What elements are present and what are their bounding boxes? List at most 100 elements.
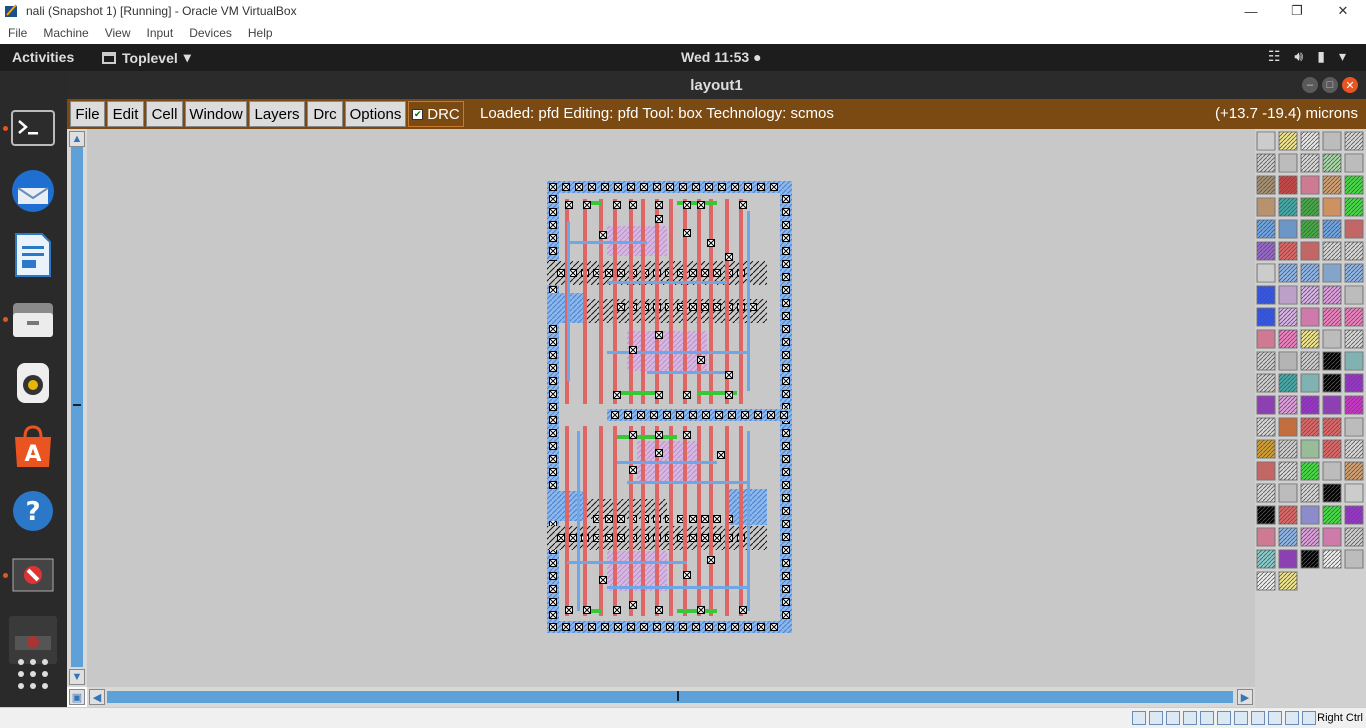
vbox-menu-file[interactable]: File xyxy=(8,26,27,40)
poly-gate xyxy=(599,426,603,616)
horizontal-scroll-track[interactable] xyxy=(107,691,1233,703)
cpu-icon[interactable] xyxy=(1268,711,1282,725)
layer-swatch-pattern xyxy=(1345,484,1363,502)
software-center-icon[interactable]: A xyxy=(9,423,57,471)
contact-cut xyxy=(549,247,557,255)
hard-disk-icon[interactable] xyxy=(1132,711,1146,725)
minimize-button[interactable]: — xyxy=(1228,0,1274,22)
menu-window[interactable]: Window xyxy=(185,101,247,127)
help-icon[interactable]: ? xyxy=(9,487,57,535)
layer-swatch-pattern xyxy=(1301,440,1319,458)
apps-grid-icon[interactable] xyxy=(9,650,57,698)
layer-swatch-pattern xyxy=(1345,176,1363,194)
svg-text:A: A xyxy=(24,442,41,467)
metal1-wire xyxy=(567,561,687,564)
poly-gate xyxy=(739,199,743,404)
window-maximize-button[interactable]: □ xyxy=(1322,77,1338,93)
contact-cut xyxy=(718,183,726,191)
scroll-left-icon[interactable]: ◀ xyxy=(89,689,105,705)
vertical-scroll-track[interactable] xyxy=(71,147,83,667)
app-menu[interactable]: Toplevel ▾ xyxy=(102,49,191,66)
rhythmbox-icon[interactable] xyxy=(9,359,57,407)
contact-cut xyxy=(549,585,557,593)
layer-swatch-pattern xyxy=(1279,528,1297,546)
contact-cut xyxy=(782,468,790,476)
menu-file[interactable]: File xyxy=(70,101,105,127)
magic-app-icon[interactable] xyxy=(9,551,57,599)
optical-drive-icon[interactable] xyxy=(1149,711,1163,725)
menu-options[interactable]: Options xyxy=(345,101,406,127)
menu-drc[interactable]: Drc xyxy=(307,101,343,127)
contact-cut xyxy=(782,585,790,593)
system-tray[interactable]: ☷ 🔊︎ ▮ ▾ xyxy=(1268,48,1346,65)
activities-button[interactable]: Activities xyxy=(12,49,74,65)
metal1-wire xyxy=(627,481,747,484)
contact-cut xyxy=(782,273,790,281)
vbox-menu-devices[interactable]: Devices xyxy=(189,26,232,40)
menu-cell[interactable]: Cell xyxy=(146,101,183,127)
contact-cut xyxy=(782,390,790,398)
vertical-scrollbar[interactable]: ▲ ▼ xyxy=(67,129,87,687)
vbox-menu-bar: File Machine View Input Devices Help xyxy=(0,22,1366,44)
layer-swatch-pattern xyxy=(1345,154,1363,172)
contact-cut xyxy=(655,215,663,223)
contact-cut xyxy=(557,269,565,277)
video-capture-icon[interactable] xyxy=(1251,711,1265,725)
layer-swatch-pattern xyxy=(1323,286,1341,304)
layer-swatch-pattern xyxy=(1257,308,1275,326)
contact-cut xyxy=(782,429,790,437)
vbox-menu-input[interactable]: Input xyxy=(147,26,174,40)
scroll-up-icon[interactable]: ▲ xyxy=(69,131,85,147)
usb-icon[interactable] xyxy=(1200,711,1214,725)
layer-swatch-pattern xyxy=(1345,440,1363,458)
scroll-down-icon[interactable]: ▼ xyxy=(69,669,85,685)
horizontal-scrollbar[interactable]: ◀ ▶ xyxy=(87,687,1255,707)
contact-cut xyxy=(613,606,621,614)
layer-swatch-pattern xyxy=(1323,418,1341,436)
layer-swatch-pattern xyxy=(1345,308,1363,326)
contact-cut xyxy=(697,201,705,209)
ndiff-strip xyxy=(617,391,657,395)
shared-folders-icon[interactable] xyxy=(1217,711,1231,725)
display-icon[interactable] xyxy=(1234,711,1248,725)
menu-edit[interactable]: Edit xyxy=(107,101,144,127)
network-adapter-icon[interactable] xyxy=(1183,711,1197,725)
layer-swatch-pattern xyxy=(1345,418,1363,436)
contact-cut xyxy=(782,351,790,359)
vbox-menu-view[interactable]: View xyxy=(105,26,131,40)
vbox-menu-help[interactable]: Help xyxy=(248,26,273,40)
vbox-menu-machine[interactable]: Machine xyxy=(43,26,88,40)
audio-icon[interactable] xyxy=(1166,711,1180,725)
clock[interactable]: Wed 11:53 ● xyxy=(681,49,762,65)
terminal-icon[interactable] xyxy=(9,104,57,152)
contact-cut xyxy=(770,623,778,631)
close-button[interactable]: ✕ xyxy=(1320,0,1366,22)
contact-cut xyxy=(782,364,790,372)
vertical-scroll-marker xyxy=(73,404,81,406)
poly-gate xyxy=(565,426,569,616)
layer-swatches[interactable] xyxy=(1255,129,1366,707)
magic-menu-bar: File Edit Cell Window Layers Drc Options… xyxy=(67,99,1366,129)
layer-swatch-pattern xyxy=(1301,154,1319,172)
thunderbird-icon[interactable] xyxy=(9,167,57,215)
layer-swatch-pattern xyxy=(1323,154,1341,172)
layer-swatch-pattern xyxy=(1301,528,1319,546)
menu-layers[interactable]: Layers xyxy=(249,101,305,127)
layout-canvas[interactable] xyxy=(87,129,1255,687)
scroll-right-icon[interactable]: ▶ xyxy=(1237,689,1253,705)
libreoffice-writer-icon[interactable] xyxy=(9,231,57,279)
contact-cut xyxy=(605,534,613,542)
contact-cut xyxy=(569,534,577,542)
keyboard-icon[interactable] xyxy=(1302,711,1316,725)
mouse-integration-icon[interactable] xyxy=(1285,711,1299,725)
window-minimize-button[interactable]: ‒ xyxy=(1302,77,1318,93)
files-icon[interactable] xyxy=(9,295,57,343)
drc-toggle[interactable]: ✔ DRC xyxy=(408,101,464,127)
contact-cut xyxy=(605,269,613,277)
restore-button[interactable]: ❐ xyxy=(1274,0,1320,22)
contact-cut xyxy=(583,201,591,209)
zoom-box-icon[interactable]: ▣ xyxy=(69,689,85,705)
vbox-device-icons[interactable] xyxy=(1132,711,1316,725)
contact-cut xyxy=(629,431,637,439)
window-close-button[interactable]: ✕ xyxy=(1342,77,1358,93)
